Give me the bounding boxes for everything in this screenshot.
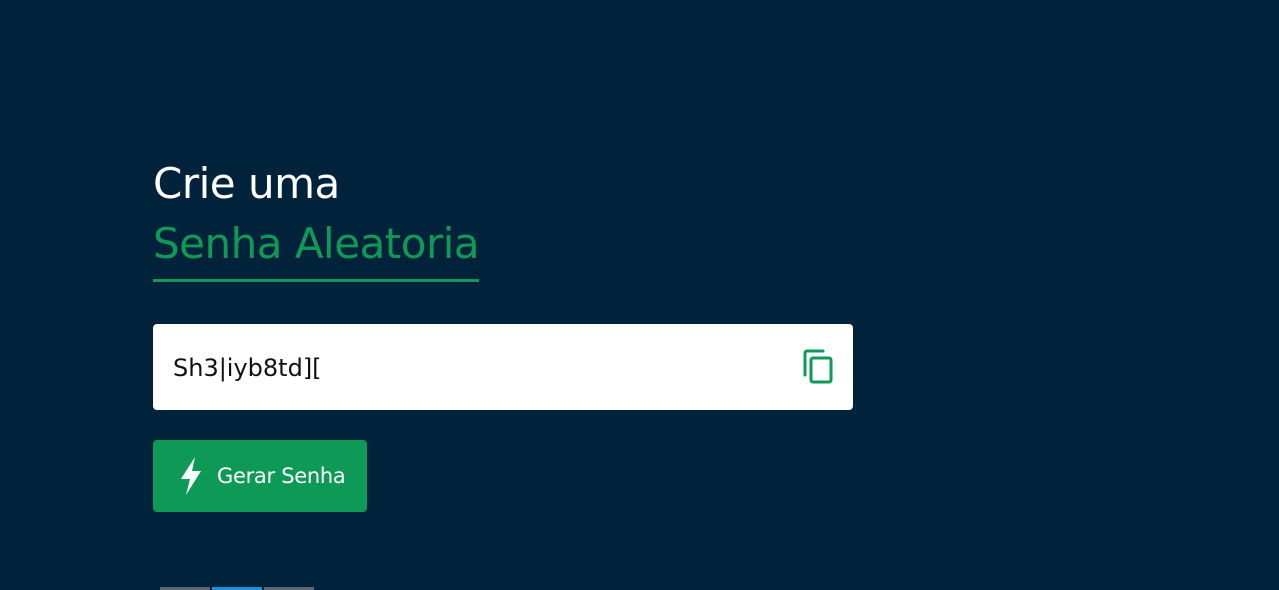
generate-password-label: Gerar Senha: [217, 464, 346, 488]
generated-password-text[interactable]: Sh3|iyb8td][: [173, 324, 322, 410]
heading-line-2-highlight: Senha Aleatoria: [153, 217, 480, 282]
page-heading: Crie uma Senha Aleatoria: [153, 157, 480, 282]
page: Crie uma Senha Aleatoria Sh3|iyb8td][ Ge…: [0, 0, 1279, 590]
heading-line-1: Crie uma: [153, 159, 340, 208]
copy-icon: [803, 349, 833, 384]
lightning-bolt-icon: [178, 456, 204, 496]
password-display-field[interactable]: Sh3|iyb8td][: [153, 324, 853, 410]
copy-password-button[interactable]: [801, 349, 835, 385]
generate-password-button[interactable]: Gerar Senha: [153, 440, 367, 512]
